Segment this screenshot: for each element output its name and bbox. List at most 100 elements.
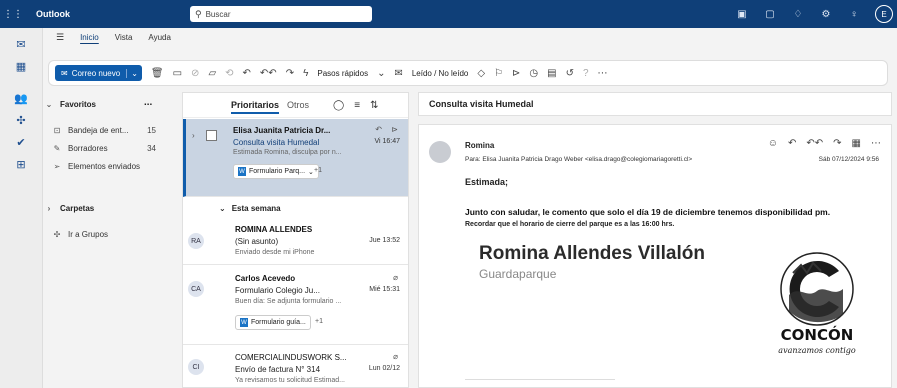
report-icon[interactable]: ⊘ (191, 68, 199, 79)
hamburger-icon[interactable]: ☰ (56, 32, 64, 43)
more-icon[interactable]: ⋯ (144, 100, 152, 109)
timestamp: Vi 16:47 (374, 138, 400, 145)
avatar: CI (188, 359, 204, 375)
avatar[interactable] (429, 141, 451, 163)
signature-name: Romina Allendes Villalón (479, 243, 705, 264)
logo-wordmark: CONCÓN (781, 325, 854, 344)
list-item[interactable]: RA ROMINA ALLENDES (Sin asunto) Jue 13:5… (183, 219, 408, 265)
app-title: Outlook (36, 9, 70, 19)
body-line-2: Recordar que el horario de cierre del pa… (465, 221, 675, 228)
folder-drafts[interactable]: ✎ Borradores 34 (42, 140, 190, 156)
reply-icon[interactable]: ↶ (243, 68, 251, 79)
meet-now-icon[interactable]: ▣ (735, 9, 749, 20)
checkbox[interactable] (206, 130, 217, 141)
recipient-line: Para: Elisa Juanita Patricia Drago Weber… (465, 156, 693, 163)
list-item[interactable]: CI COMERCIALINDUSWORK S... ⌀ Envío de fa… (183, 347, 408, 388)
subject: Formulario Colegio Ju... (235, 286, 320, 295)
todo-icon[interactable]: ✔ (0, 132, 42, 154)
delete-icon[interactable]: 🗑 (151, 68, 164, 79)
teams-icon[interactable]: ▢ (763, 9, 777, 20)
tab-focused[interactable]: Prioritarios (231, 100, 279, 110)
search-placeholder: Buscar (205, 9, 231, 19)
chevron-down-icon[interactable]: ⌄ (377, 68, 385, 79)
section-this-week[interactable]: ⌄ Esta semana (183, 199, 408, 217)
filter-icon[interactable]: ≡ (354, 100, 360, 111)
read-unread-icon: ✉ (394, 67, 403, 79)
chevron-right-icon[interactable]: › (192, 131, 195, 140)
snooze-icon[interactable]: ◷ (529, 68, 538, 79)
folder-inbox[interactable]: ⊡ Bandeja de ent... 15 (42, 122, 190, 138)
calendar-icon[interactable]: ▦ (0, 56, 42, 78)
list-item[interactable]: CA Carlos Acevedo ⌀ Formulario Colegio J… (183, 267, 408, 345)
reading-date: Sáb 07/12/2024 9:56 (818, 156, 879, 163)
signature-role: Guardaparque (479, 267, 557, 281)
archive-icon[interactable]: ▭ (173, 68, 182, 79)
read-unread-button[interactable]: Leído / No leído (412, 69, 468, 78)
undo-icon[interactable]: ↺ (566, 68, 574, 79)
subject: Consulta visita Humedal (233, 138, 320, 147)
help-icon[interactable]: ? (583, 68, 589, 79)
sender: Carlos Acevedo (235, 274, 296, 283)
emoji-icon[interactable]: ☺ (768, 138, 778, 149)
chevron-down-icon[interactable]: ⌄ (127, 69, 142, 78)
list-item[interactable]: › Elisa Juanita Patricia Dr... ↶ ⊳ Consu… (183, 119, 408, 197)
search-box[interactable]: ⚲ Buscar (190, 6, 372, 22)
pin-icon[interactable]: ⊳ (391, 125, 398, 134)
logo-tagline: avanzamos contigo (778, 346, 856, 355)
forward-icon[interactable]: ↷ (286, 68, 294, 79)
folder-sent[interactable]: ➢ Elementos enviados (42, 158, 190, 174)
paperclip-icon: ⌀ (393, 273, 398, 282)
new-mail-button[interactable]: ✉ Correo nuevo ⌄ (55, 65, 142, 81)
reply-all-icon[interactable]: ↶↶ (806, 138, 823, 149)
folders-header[interactable]: › Carpetas (42, 200, 182, 216)
flag-icon[interactable]: ⚐ (494, 68, 503, 79)
tab-vista[interactable]: Vista (115, 33, 133, 42)
reply-icon[interactable]: ↶ (788, 138, 796, 149)
more-icon[interactable]: ⋯ (598, 68, 608, 79)
quick-steps-button[interactable]: Pasos rápidos (317, 69, 368, 78)
more-icon[interactable]: ⋯ (871, 138, 881, 149)
move-icon[interactable]: ▱ (208, 68, 216, 79)
apps-icon[interactable]: ⊞ (0, 154, 42, 176)
go-to-groups[interactable]: ✣ Ir a Grupos (42, 226, 190, 242)
reply-all-icon[interactable]: ↶↶ (260, 68, 277, 79)
avatar[interactable]: E (875, 5, 893, 23)
reading-pane: Romina ☺ ↶ ↶↶ ↷ ▦ ⋯ Para: Elisa Juanita … (418, 124, 892, 388)
ribbon-toolbar: ✉ Correo nuevo ⌄ 🗑 ▭ ⊘ ▱ ⟲ ↶ ↶↶ ↷ ϟ Pasos… (48, 60, 888, 86)
gear-icon[interactable]: ⚙ (819, 9, 833, 20)
reply-icon[interactable]: ↶ (375, 125, 382, 134)
body-line-1: Junto con saludar, le comento que solo e… (465, 207, 831, 217)
app-rail: ✉ ▦ 👥 ✣ ✔ ⊞ (0, 28, 43, 388)
people-icon[interactable]: 👥 (0, 88, 42, 110)
preview: Enviado desde mi iPhone (235, 249, 315, 256)
sender: Elisa Juanita Patricia Dr... (233, 126, 331, 135)
outlook-window: ⋮⋮ Outlook ⚲ Buscar ▣ ▢ ♢ ⚙ ♀ E ✉ ▦ 👥 ✣ … (0, 0, 897, 388)
app-launcher-icon[interactable]: ⋮⋮ (0, 9, 26, 20)
avatar: RA (188, 233, 204, 249)
category-icon[interactable]: ◇ (477, 68, 485, 79)
sort-icon[interactable]: ⇅ (370, 100, 378, 111)
select-icon[interactable]: ◯ (333, 100, 344, 111)
avatar: CA (188, 281, 204, 297)
sweep-icon[interactable]: ⟲ (225, 68, 233, 79)
pin-icon[interactable]: ⊳ (512, 68, 520, 79)
lightbulb-icon[interactable]: ♀ (847, 9, 861, 20)
bell-icon[interactable]: ♢ (791, 9, 805, 20)
attachment-chip[interactable]: W Formulario Parq... ⌄ (233, 164, 319, 179)
mail-icon[interactable]: ✉ (0, 34, 42, 56)
forward-icon[interactable]: ↷ (833, 138, 841, 149)
more-attachments[interactable]: +1 (315, 318, 323, 325)
more-attachments[interactable]: +1 (314, 167, 322, 174)
favorites-header[interactable]: ⌄ Favoritos ⋯ (42, 96, 182, 112)
tab-other[interactable]: Otros (287, 100, 309, 110)
grid-icon[interactable]: ▦ (852, 138, 861, 149)
drafts-icon: ✎ (53, 143, 61, 153)
rules-icon[interactable]: ▤ (547, 68, 556, 79)
attachment-name: Formulario guía... (251, 319, 306, 326)
groups-icon[interactable]: ✣ (0, 110, 42, 132)
reading-sender[interactable]: Romina (465, 141, 494, 150)
tab-ayuda[interactable]: Ayuda (148, 33, 171, 42)
attachment-chip[interactable]: W Formulario guía... (235, 315, 311, 330)
tab-inicio[interactable]: Inicio (80, 33, 99, 42)
word-file-icon: W (240, 318, 248, 327)
